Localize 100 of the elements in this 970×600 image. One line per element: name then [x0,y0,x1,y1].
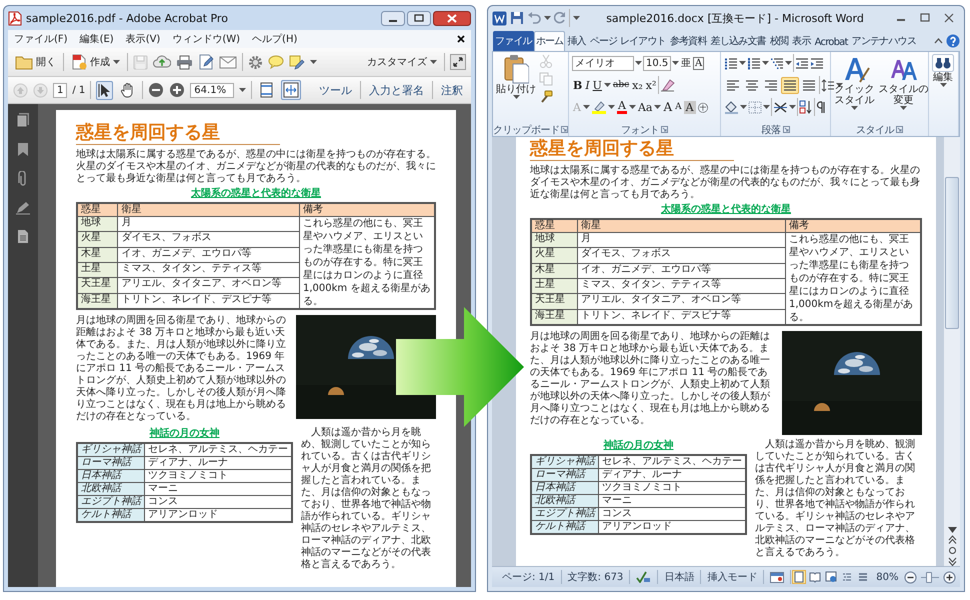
create-button[interactable]: 作成 [69,53,122,71]
numbering-icon[interactable] [747,56,761,70]
caret-icon[interactable] [789,105,796,109]
change-style-button[interactable]: スタイルの変更 [878,54,929,123]
justify-button[interactable] [781,76,799,94]
dialog-launcher-icon[interactable] [561,126,568,133]
font-size-field[interactable]: 10.5 [643,56,671,70]
brush-icon[interactable] [539,90,553,104]
paint-bucket-icon[interactable] [724,100,739,114]
document-icon[interactable] [17,229,29,244]
ribbon-tab[interactable]: アンテナハウス [850,31,918,51]
zoom-out-icon[interactable] [148,82,164,98]
mail-icon[interactable] [219,56,237,68]
fit-width-button[interactable] [281,80,302,100]
zoom-field[interactable]: 64.1% [190,82,234,98]
browse-object-icon[interactable] [948,546,956,555]
increase-indent-icon[interactable] [810,56,824,70]
print-icon[interactable] [176,54,193,70]
format-button[interactable]: B [572,78,584,92]
caret-icon[interactable] [763,105,770,109]
bullets-icon[interactable] [724,56,738,70]
caret-icon[interactable] [608,105,615,109]
ribbon-tab[interactable]: 表示 [790,31,813,51]
caret-icon[interactable] [836,83,843,87]
dialog-launcher-icon[interactable] [896,126,903,133]
ribbon-tab[interactable]: 参考資料 [668,31,709,51]
font-name-field[interactable]: メイリオ [572,56,634,70]
minimize-ribbon-icon[interactable] [934,38,943,44]
paragraph-mark-icon[interactable] [816,100,826,114]
format-button[interactable]: ㊉ [696,100,710,114]
help-icon[interactable] [946,34,960,48]
zoom-in-icon[interactable] [943,570,956,584]
ribbon-tab[interactable]: Acrobat [812,34,850,51]
format-button[interactable]: A [693,56,704,70]
font-color-button[interactable]: A [616,100,628,114]
ribbon-tab[interactable]: 差し込み文書 [708,31,768,51]
ribbon-tab[interactable]: ホーム [534,31,566,51]
format-button[interactable]: x₂ [631,78,644,92]
pane-tab[interactable]: 入力と署名 [366,82,427,98]
cloud-upload-icon[interactable] [153,55,171,69]
pen-icon[interactable] [15,201,31,215]
quick-style-button[interactable]: クイックスタイル [834,54,875,123]
format-button[interactable]: 亜 [680,56,692,70]
ribbon-tab[interactable]: ファイル [493,31,534,51]
format-button[interactable]: A [662,100,674,114]
page-number-field[interactable]: 1 [53,82,68,98]
caret-icon[interactable] [740,105,747,109]
next-page-icon[interactable] [948,557,956,566]
reading-layout-icon[interactable] [808,570,822,584]
dialog-launcher-icon[interactable] [661,126,668,133]
caret-icon[interactable] [582,105,590,109]
menu-item[interactable]: 表示(V) [126,32,160,46]
expand-icon[interactable] [450,54,466,70]
pages-icon[interactable] [16,112,30,128]
settings-icon[interactable] [248,54,263,70]
format-button[interactable]: abc [612,80,630,90]
format-button[interactable]: A [674,102,683,112]
format-button[interactable]: x² [644,78,658,92]
customize-button[interactable]: カスタマイズ [365,54,439,70]
close-icon[interactable] [433,10,471,26]
scrollbar-thumb[interactable] [945,177,959,329]
proofing-icon[interactable] [636,571,652,583]
format-button[interactable]: U [592,78,603,92]
highlighter-icon[interactable] [590,100,607,114]
editing-button[interactable]: 編集 [932,54,954,123]
previous-page-icon[interactable] [948,535,956,544]
caret-icon[interactable] [785,61,792,65]
multilevel-list-icon[interactable] [770,56,784,70]
save-icon[interactable] [510,11,524,25]
minimize-icon[interactable] [381,10,405,26]
caret-icon[interactable] [628,105,636,109]
paste-button[interactable]: 貼り付け [496,54,536,123]
pane-tab[interactable]: ツール [316,82,355,98]
menu-item[interactable]: 編集(E) [80,32,114,46]
sort-icon[interactable] [799,100,813,114]
ribbon-tab[interactable]: ページ レイアウト [588,31,668,51]
decrease-indent-icon[interactable] [795,56,809,70]
sticky-note-icon[interactable] [289,54,305,70]
asian-layout-icon[interactable] [773,100,788,114]
clear-format-icon[interactable] [660,78,676,92]
edit-document-icon[interactable] [198,54,214,70]
caret-icon[interactable] [635,61,642,65]
zoom-in-icon[interactable] [169,82,186,98]
caret-icon[interactable] [762,61,769,65]
scroll-down-icon[interactable] [948,527,956,533]
menu-item[interactable]: ファイル(F) [14,32,68,46]
caret-icon[interactable] [310,60,317,64]
bookmark-icon[interactable] [17,142,29,157]
caret-icon[interactable] [672,61,679,65]
slider-thumb[interactable] [926,572,932,582]
close-icon[interactable] [457,35,465,43]
macro-icon[interactable] [770,572,784,582]
print-layout-icon[interactable] [792,570,806,584]
caret-icon[interactable] [739,61,746,65]
pane-tab[interactable]: 注釈 [438,82,466,98]
dialog-launcher-icon[interactable] [782,126,790,133]
format-button[interactable]: A [684,100,696,114]
menu-item[interactable]: ウィンドウ(W) [172,32,240,46]
web-layout-icon[interactable] [824,570,838,584]
paperclip-icon[interactable] [18,171,28,187]
